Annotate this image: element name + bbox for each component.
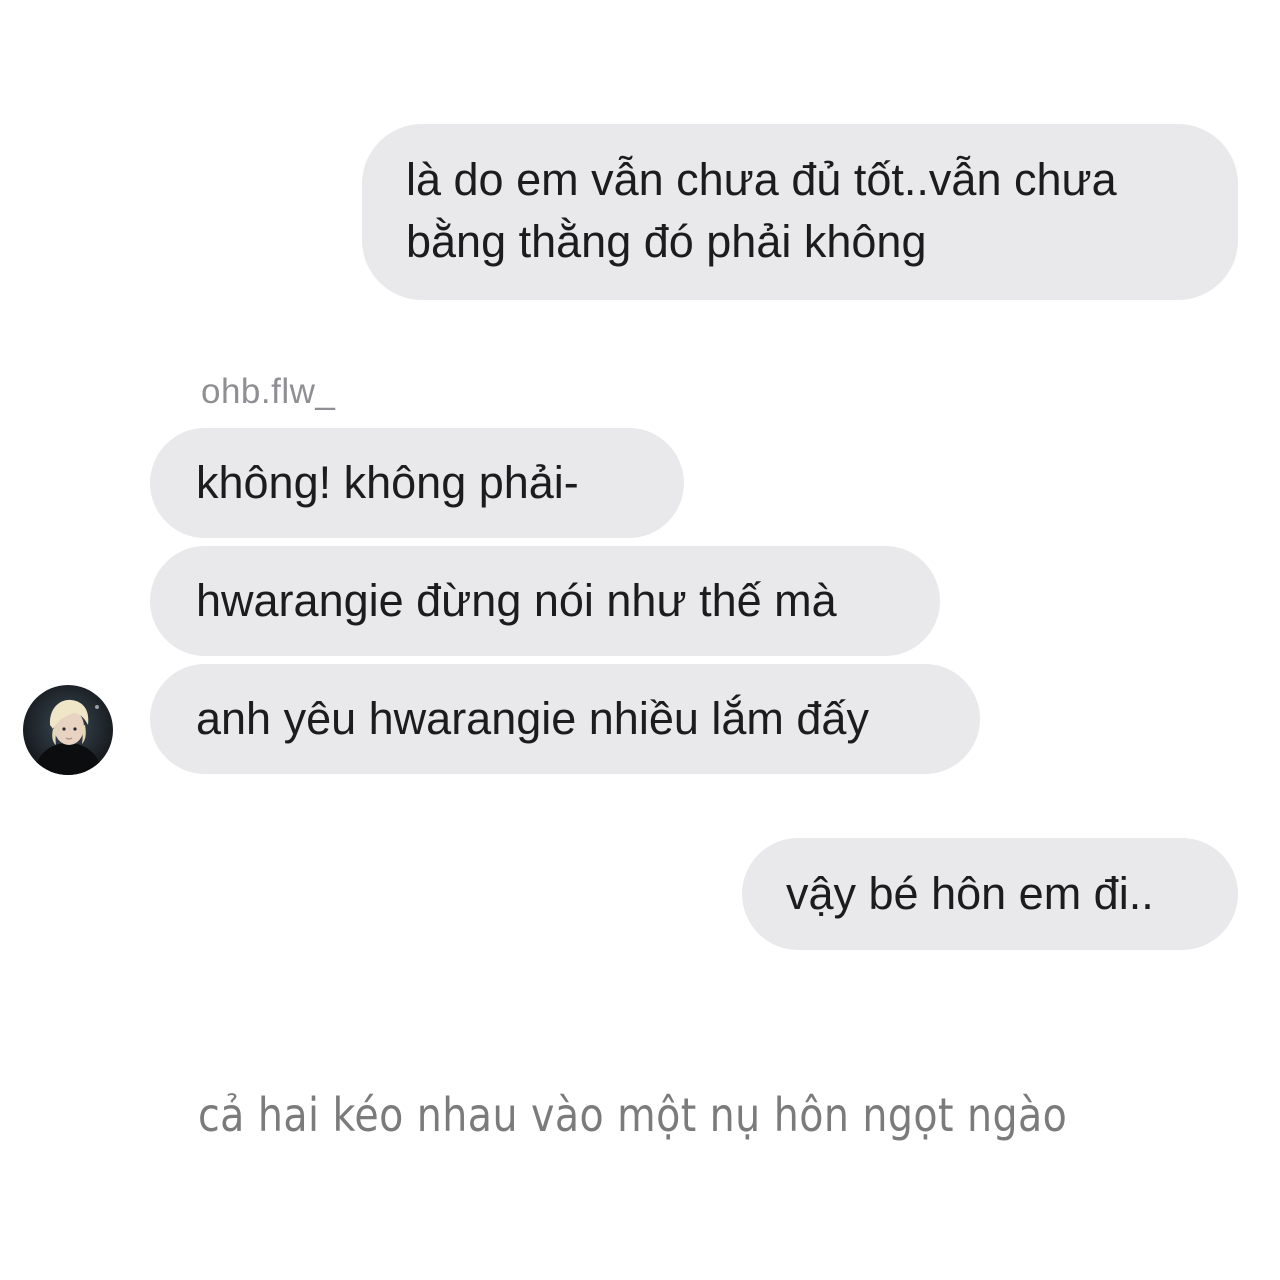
sent-message-bubble[interactable]: vậy bé hôn em đi.. <box>742 838 1238 950</box>
message-text-line: vậy bé hôn em đi.. <box>786 868 1154 919</box>
message-text: anh yêu hwarangie nhiều lắm đấy <box>196 693 869 744</box>
message-text-line: là do em vẫn chưa đủ tốt..vẫn chưa <box>406 154 1117 205</box>
message-text-line: bằng thằng đó phải không <box>406 216 927 267</box>
avatar-photo-icon <box>23 685 113 775</box>
message-text: hwarangie đừng nói như thế mà <box>196 575 837 626</box>
message-text: không! không phải- <box>196 457 579 508</box>
sent-message-bubble[interactable]: là do em vẫn chưa đủ tốt..vẫn chưa bằng … <box>362 124 1238 300</box>
received-message-bubble[interactable]: anh yêu hwarangie nhiều lắm đấy <box>150 664 980 774</box>
sender-avatar[interactable] <box>23 685 113 775</box>
received-message-bubble[interactable]: không! không phải- <box>150 428 684 538</box>
sender-name: ohb.flw_ <box>201 372 336 411</box>
story-narration: cả hai kéo nhau vào một nụ hôn ngọt ngào <box>198 1088 1068 1142</box>
received-message-bubble[interactable]: hwarangie đừng nói như thế mà <box>150 546 940 656</box>
